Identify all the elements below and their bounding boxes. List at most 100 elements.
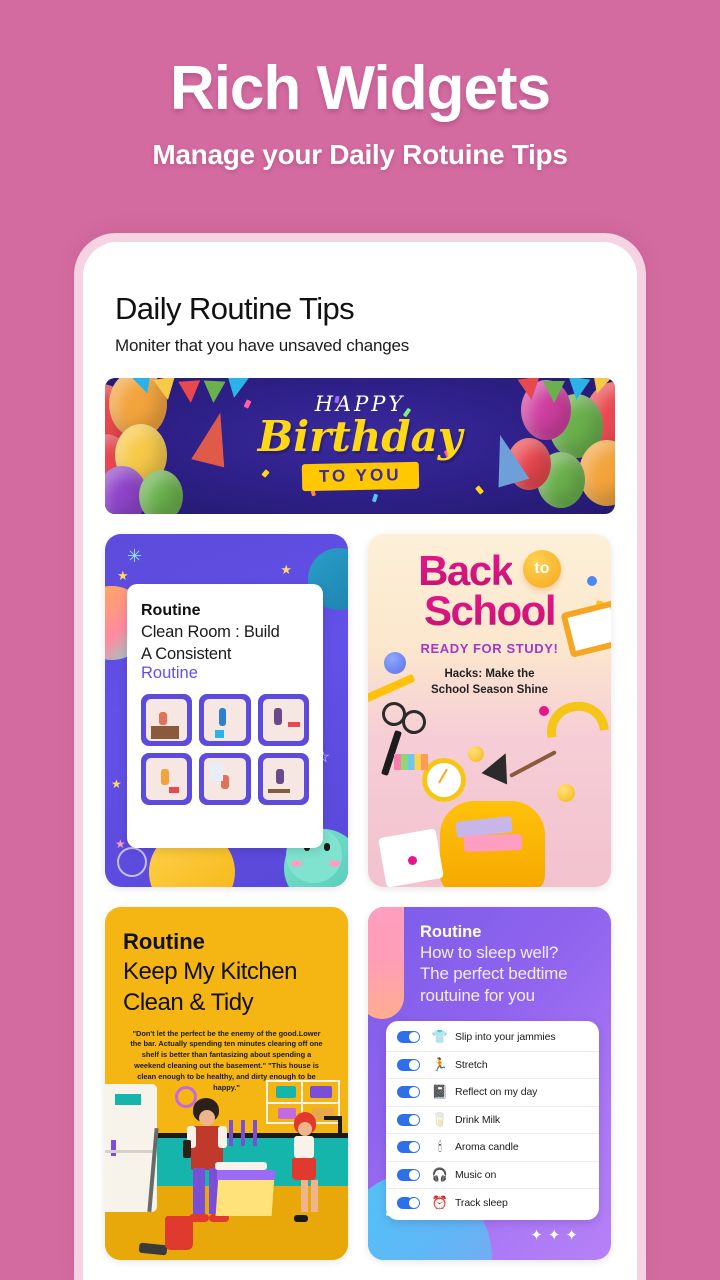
- ruler-icon: [543, 697, 609, 739]
- sticky-notes-icon: [394, 754, 428, 770]
- bucket-icon: [165, 1216, 193, 1250]
- alarm-clock-icon: ⏰: [431, 1194, 449, 1210]
- kitchen-title-line2: Clean & Tidy: [123, 989, 254, 1017]
- saturn-icon: [117, 847, 147, 877]
- birthday-text-block: HAPPY Birthday TO YOU: [105, 392, 615, 492]
- milk-icon: 🥛: [431, 1111, 449, 1127]
- clean-room-title-line2: A Consistent: [141, 645, 232, 664]
- candle-icon: 🕯: [438, 1139, 442, 1155]
- toggle-switch[interactable]: [397, 1168, 420, 1181]
- back-to-school-text-block: Back to School READY FOR STUDY! Hacks: M…: [368, 547, 611, 698]
- star-decoration: ★: [117, 568, 129, 583]
- promo-subtitle: Manage your Daily Rotuine Tips: [152, 139, 568, 171]
- birthday-line-toyou: TO YOU: [301, 461, 419, 492]
- list-item-label: Slip into your jammies: [455, 1031, 556, 1044]
- phone-frame: Daily Routine Tips Moniter that you have…: [74, 233, 646, 1280]
- list-item-label: Music on: [455, 1168, 497, 1181]
- yellow-ball-decoration: [468, 746, 484, 762]
- clock-icon: [422, 758, 466, 802]
- list-item[interactable]: 📓 Reflect on my day: [386, 1079, 599, 1107]
- page-title: Daily Routine Tips: [115, 291, 355, 326]
- sponge-icon: [279, 1142, 292, 1151]
- phone-screen: Daily Routine Tips Moniter that you have…: [83, 242, 637, 1280]
- routine-thumbnail[interactable]: [257, 753, 309, 806]
- clean-room-card[interactable]: ✳ ★ ★ ☆ ★ ★ ★ Routine Clean Room : Build…: [105, 534, 348, 887]
- list-item[interactable]: 🎧 Music on: [386, 1162, 599, 1189]
- app-header: Daily Routine Tips Moniter that you have…: [83, 242, 637, 356]
- birthday-line-birthday: Birthday: [257, 412, 463, 461]
- star-decoration: ★: [115, 837, 126, 851]
- promo-title: Rich Widgets: [169, 54, 551, 123]
- sleep-title-line3: routuine for you: [420, 985, 535, 1005]
- birthday-banner-card[interactable]: HAPPY Birthday TO YOU: [105, 378, 615, 514]
- bts-title-line1: Back: [418, 547, 514, 594]
- star-decoration: ✳: [127, 546, 143, 566]
- list-item[interactable]: 🥛 Drink Milk: [386, 1107, 599, 1134]
- utensils-icon: [229, 1120, 233, 1146]
- headphones-icon: 🎧: [431, 1166, 449, 1182]
- list-item-label: Track sleep: [455, 1196, 508, 1209]
- list-item-label: Aroma candle: [455, 1141, 519, 1154]
- kitchen-quote: "Don't let the perfect be the enemy of t…: [130, 1028, 323, 1092]
- star-decoration: ★: [111, 777, 122, 791]
- sparkles-decoration: ✦✦✦: [530, 1227, 583, 1244]
- toggle-switch[interactable]: [397, 1141, 420, 1154]
- promo-header: Rich Widgets Manage your Daily Rotuine T…: [0, 0, 720, 232]
- widget-row-1: ✳ ★ ★ ☆ ★ ★ ★ Routine Clean Room : Build…: [105, 534, 615, 887]
- book-icon: [463, 833, 523, 853]
- sleep-kicker: Routine: [420, 923, 482, 941]
- bts-subtitle-line1: Hacks: Make the: [444, 667, 535, 680]
- bts-to-badge: to: [522, 550, 561, 588]
- kitchen-title-line1: Keep My Kitchen: [123, 958, 297, 985]
- tshirt-icon: 👕: [431, 1029, 449, 1045]
- list-item[interactable]: 👕 Slip into your jammies: [386, 1024, 599, 1052]
- routine-thumbnail[interactable]: [257, 694, 309, 747]
- kitchen-kicker: Routine: [123, 929, 205, 954]
- kitchen-illustration: [105, 1078, 348, 1260]
- toggle-switch[interactable]: [397, 1058, 420, 1071]
- routine-thumbnail[interactable]: [199, 694, 251, 747]
- list-item[interactable]: 🕯 Aroma candle: [386, 1134, 599, 1162]
- widget-row-2: Routine Keep My Kitchen Clean & Tidy "Do…: [105, 907, 615, 1260]
- pill-decoration: [368, 907, 404, 1019]
- pot-icon: [278, 1108, 296, 1119]
- routine-thumbnail[interactable]: [141, 694, 193, 747]
- clean-room-title-line1: Clean Room : Build: [141, 623, 280, 641]
- sleep-routine-card[interactable]: Routine How to sleep well? The perfect b…: [368, 907, 611, 1260]
- list-item-label: Reflect on my day: [455, 1086, 538, 1099]
- stretch-icon: 🏃: [431, 1056, 449, 1072]
- sleep-checklist: 👕 Slip into your jammies 🏃 Stretch 📓 Ref…: [386, 1021, 599, 1220]
- back-to-school-card[interactable]: Back to School READY FOR STUDY! Hacks: M…: [368, 534, 611, 887]
- bts-tagline: READY FOR STUDY!: [420, 640, 559, 656]
- journal-icon: 📓: [431, 1084, 449, 1100]
- dishwasher-icon: [215, 1176, 275, 1216]
- sleep-title-line2: The perfect bedtime: [420, 964, 568, 984]
- flag-pennant-icon: [481, 747, 519, 785]
- clean-room-panel: Routine Clean Room : Build A Consistent …: [127, 584, 323, 848]
- sleep-title-line1: How to sleep well?: [420, 943, 559, 962]
- clean-room-thumbnail-grid: [141, 694, 309, 806]
- bts-subtitle-line2: School Season Shine: [431, 683, 548, 696]
- sleep-text-block: Routine How to sleep well? The perfect b…: [420, 923, 599, 1006]
- toggle-switch[interactable]: [397, 1113, 420, 1126]
- toggle-switch[interactable]: [397, 1086, 420, 1099]
- star-decoration: ★: [280, 562, 292, 577]
- list-item-label: Drink Milk: [455, 1113, 501, 1126]
- kitchen-card[interactable]: Routine Keep My Kitchen Clean & Tidy "Do…: [105, 907, 348, 1260]
- pink-dot-decoration: [408, 856, 417, 865]
- pink-dot-decoration: [539, 706, 549, 716]
- spray-bottle-icon: [183, 1140, 191, 1158]
- routine-thumbnail[interactable]: [141, 753, 193, 806]
- page-subtitle: Moniter that you have unsaved changes: [115, 336, 410, 355]
- clean-room-kicker: Routine: [141, 602, 201, 619]
- bts-title-line2: School: [423, 587, 557, 635]
- widget-feed: HAPPY Birthday TO YOU ✳ ★ ★ ☆ ★ ★ ★: [83, 356, 637, 1260]
- toggle-switch[interactable]: [397, 1031, 420, 1044]
- list-item-label: Stretch: [455, 1058, 488, 1071]
- list-item[interactable]: 🏃 Stretch: [386, 1052, 599, 1079]
- yellow-ball-decoration: [557, 784, 575, 802]
- paintbrush-icon: [509, 750, 557, 778]
- routine-thumbnail[interactable]: [199, 753, 251, 806]
- dot-grid-decoration: [386, 1194, 430, 1230]
- clean-room-accent-line: Routine: [141, 664, 198, 683]
